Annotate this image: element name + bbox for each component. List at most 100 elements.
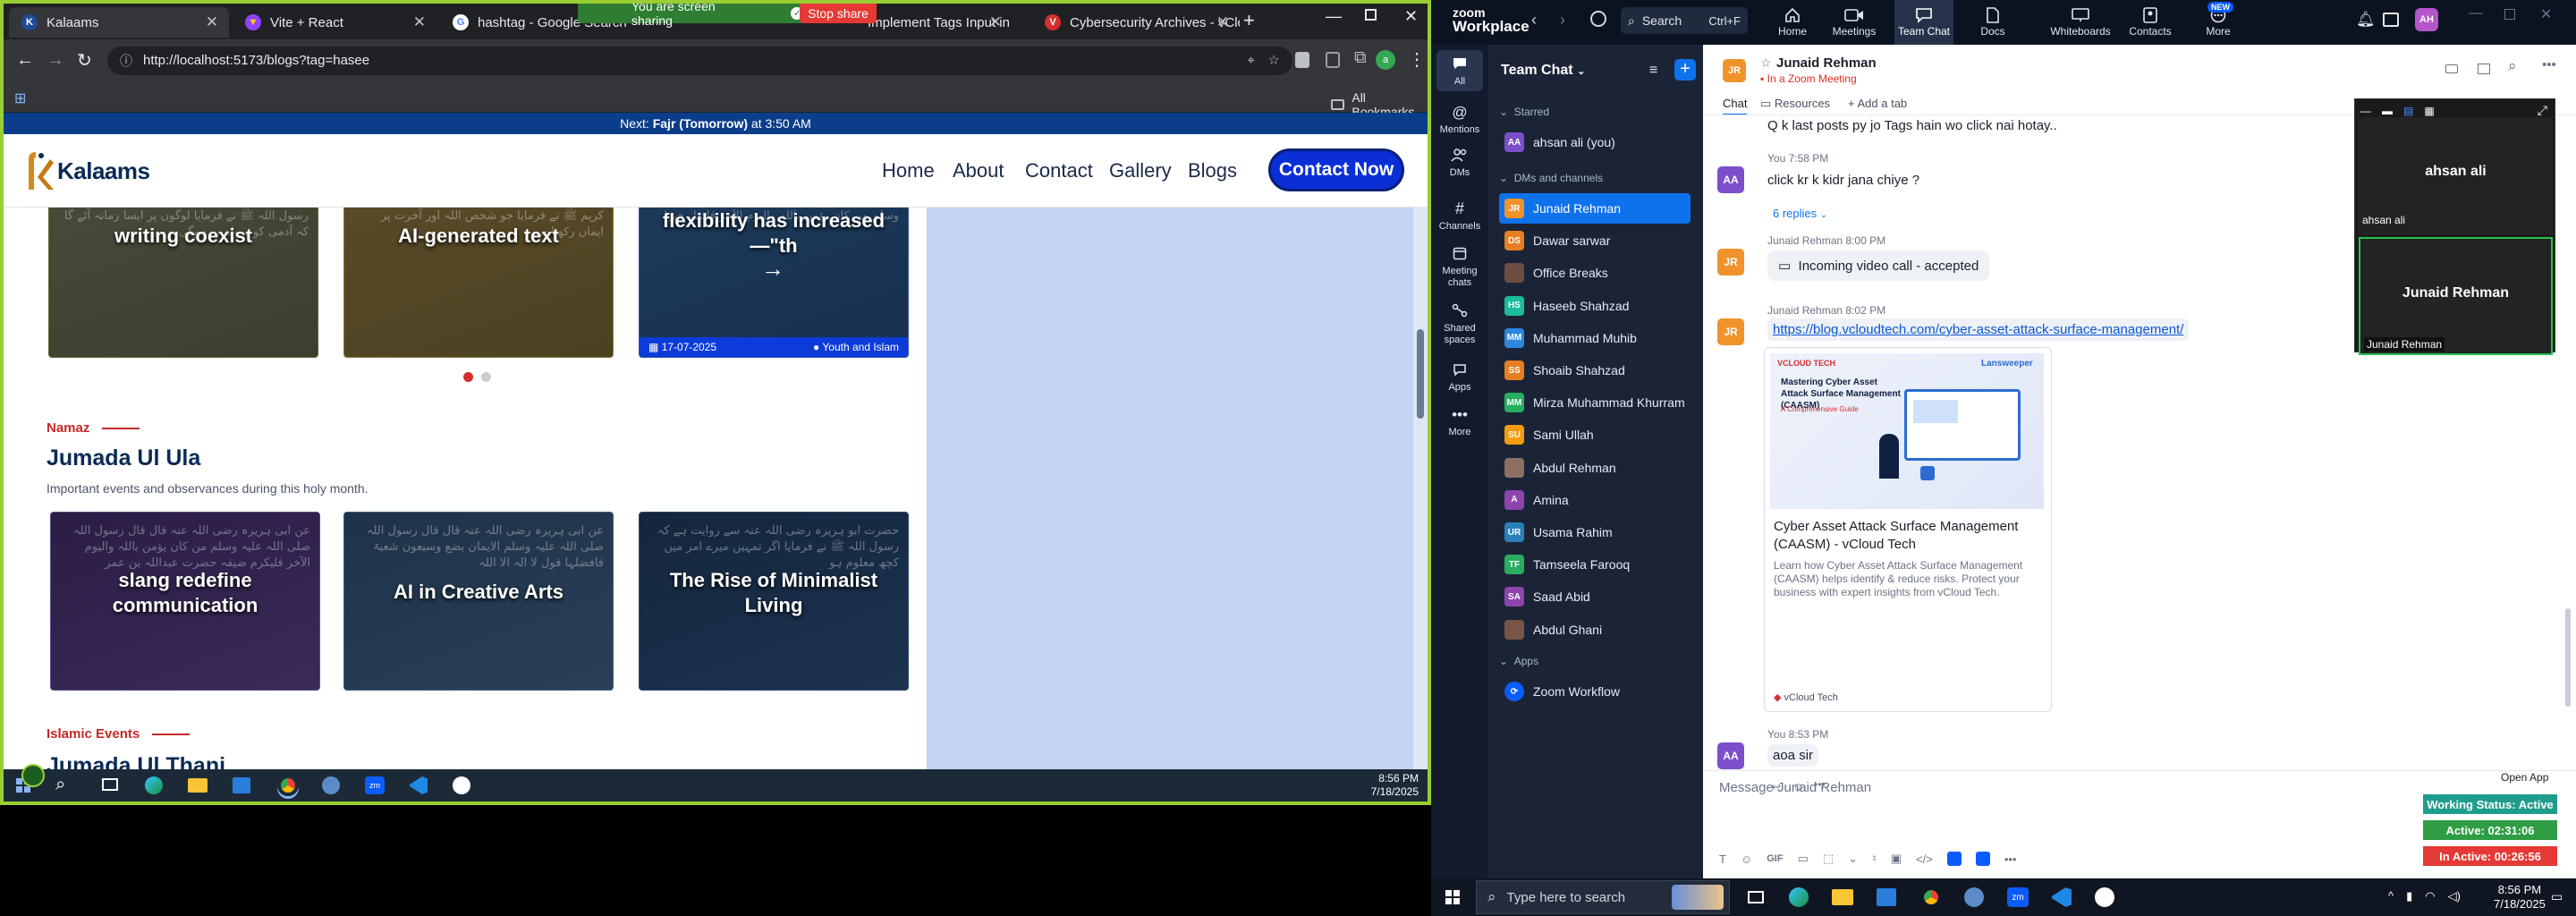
site-info-icon[interactable]: ⓘ [120, 47, 132, 75]
puzzle-extensions-icon[interactable]: ⧉ [1354, 48, 1367, 68]
thread-replies-link[interactable]: 6 replies ⌄ [1773, 207, 1827, 220]
store-icon[interactable] [1877, 888, 1896, 906]
chat-tab-add[interactable]: + Add a tab [1848, 97, 1907, 110]
top-nav-meetings[interactable]: Meetings [1827, 5, 1881, 38]
zoom-app-icon[interactable]: zm [2007, 887, 2029, 907]
zoom-app-icon[interactable] [1946, 852, 1962, 866]
rail-more[interactable]: ••• More [1431, 404, 1488, 438]
nav-about[interactable]: About [953, 159, 1004, 182]
code-icon[interactable]: </> [1916, 852, 1933, 866]
blog-card[interactable]: عن ابی ہریرہ قال قال رسول اللہ صلی اللہ … [639, 208, 909, 358]
list-item[interactable]: Abdul Rehman [1499, 453, 1690, 483]
carousel-next-arrow-icon[interactable]: → [761, 255, 784, 283]
list-item[interactable]: A Amina [1499, 485, 1690, 515]
scrollbar-thumb[interactable] [1417, 329, 1424, 419]
list-item[interactable]: DS Dawar sarwar [1499, 225, 1690, 256]
forward-arrow-icon[interactable]: › [1560, 11, 1565, 30]
gallery-strip-icon[interactable]: ▤ [2403, 105, 2413, 117]
rail-channels[interactable]: # Channels [1431, 199, 1488, 233]
list-item[interactable]: MM Muhammad Muhib [1499, 323, 1690, 353]
popout-icon[interactable] [2478, 64, 2490, 74]
list-item[interactable]: SS Shoaib Shahzad [1499, 355, 1690, 386]
top-nav-contacts[interactable]: Contacts [2123, 5, 2177, 38]
maximize-window-icon[interactable] [2504, 9, 2515, 20]
taskbar-search-box[interactable]: ⌕ Type here to search [1476, 880, 1730, 914]
format-text-icon[interactable]: T [1719, 852, 1726, 866]
composer-more-icon[interactable]: ••• [2004, 852, 2017, 866]
chevron-down-icon[interactable]: ⌄ [1848, 852, 1858, 866]
list-item-zoom-workflow[interactable]: ⟳ Zoom Workflow [1499, 676, 1690, 707]
link-preview-card[interactable]: VCLOUD TECH Lansweeper Mastering Cyber A… [1764, 347, 2052, 712]
close-tab-icon[interactable]: ✕ [1216, 13, 1229, 31]
microphone-icon[interactable]: ♮ [1872, 852, 1877, 866]
gif-icon[interactable]: GIF [1767, 853, 1783, 864]
chrome-icon[interactable] [277, 775, 299, 796]
close-window-icon[interactable]: ✕ [1404, 7, 1418, 26]
file-explorer-icon[interactable] [188, 778, 208, 793]
zoom-meeting-icon[interactable] [1975, 852, 1990, 866]
forward-arrow-icon[interactable]: → [47, 50, 64, 71]
speaker-view-icon[interactable]: ▬ [2382, 105, 2393, 117]
close-tab-icon[interactable]: ✕ [206, 13, 218, 31]
minimize-window-icon[interactable]: — [2469, 5, 2483, 21]
new-tab-icon[interactable]: + [1243, 9, 1255, 32]
notifications-bell-icon[interactable]: 🔔︎ [2356, 11, 2376, 29]
windows-start-icon[interactable] [1445, 890, 1460, 904]
whiteboard-shortcut-icon[interactable] [2383, 13, 2399, 27]
new-chat-button[interactable]: + [1674, 59, 1696, 81]
volume-icon[interactable]: ◁) [2448, 889, 2461, 903]
open-app-link[interactable]: Open App [2501, 771, 2548, 784]
battery-icon[interactable]: ▮ [2406, 889, 2412, 903]
rail-mentions[interactable]: @ Mentions [1431, 102, 1488, 136]
blog-card[interactable]: حضرت انس رضی اللہ عنہ سے روایت ہے کہ نبی… [343, 208, 614, 358]
video-message-icon[interactable]: ▣ [1891, 852, 1902, 866]
extension-icon[interactable] [1326, 52, 1340, 68]
page-scrollbar[interactable] [1413, 208, 1428, 773]
carousel-dot-active[interactable] [463, 372, 473, 382]
tray-chevron-up-icon[interactable]: ^ [2388, 889, 2394, 903]
vscode-icon[interactable] [410, 776, 428, 794]
carousel-dot[interactable] [481, 372, 491, 382]
task-view-icon[interactable] [1748, 891, 1764, 903]
user-avatar[interactable]: AH [2415, 8, 2438, 31]
list-item[interactable]: Office Breaks [1499, 258, 1690, 288]
nav-blogs[interactable]: Blogs [1188, 159, 1237, 182]
browser-tab-vite[interactable]: ▼ Vite + React ✕ [233, 7, 436, 38]
rail-meeting-chats[interactable]: Meeting chats [1431, 243, 1488, 289]
message-input[interactable]: Message Junaid Rehman [1719, 780, 1871, 795]
url-bar[interactable]: ⓘ http://localhost:5173/blogs?tag=hasee … [107, 47, 1292, 75]
restore-window-icon[interactable] [1365, 9, 1377, 21]
list-item[interactable]: SU Sami Ullah [1499, 420, 1690, 450]
top-nav-docs[interactable]: Docs [1966, 5, 2020, 38]
stop-share-button[interactable]: Stop share [800, 4, 877, 23]
edge-icon[interactable] [145, 776, 163, 794]
nav-home[interactable]: Home [882, 159, 935, 182]
minimize-window-icon[interactable]: — [1326, 7, 1342, 26]
store-icon[interactable] [233, 777, 250, 793]
site-logo[interactable]: Kalaams [23, 150, 150, 191]
rail-apps[interactable]: Apps [1431, 360, 1488, 394]
contact-now-button[interactable]: Contact Now [1268, 148, 1404, 191]
apps-section-header[interactable]: ⌄ Apps [1499, 655, 1538, 667]
gallery-grid-icon[interactable]: ▦ [2424, 105, 2434, 117]
list-item[interactable]: Abdul Ghani [1499, 615, 1690, 645]
expand-icon[interactable]: ⤢ [2538, 103, 2547, 118]
filter-icon[interactable]: ≡ [1649, 63, 1657, 79]
video-tile-remote[interactable]: Junaid Rehman Junaid Rehman [2359, 237, 2553, 355]
notifications-icon[interactable]: ▭ [2551, 889, 2563, 904]
list-item[interactable]: HS Haseeb Shahzad [1499, 291, 1690, 321]
chat-scrollbar[interactable] [2565, 608, 2571, 707]
back-arrow-icon[interactable]: ← [16, 50, 34, 71]
vpn-app-icon[interactable] [322, 776, 340, 794]
chat-list-header[interactable]: Team Chat ⌄ [1501, 63, 1585, 79]
chat-search-icon[interactable]: ⌕ [2508, 57, 2517, 75]
rail-dms[interactable]: DMs [1431, 145, 1488, 179]
message-link[interactable]: https://blog.vcloudtech.com/cyber-asset-… [1767, 318, 2190, 341]
chat-tab-resources[interactable]: ▭ Resources [1760, 97, 1830, 111]
chat-header-name[interactable]: Junaid Rehman [1776, 55, 1877, 71]
history-icon[interactable] [1590, 11, 1606, 27]
vpn-app-icon[interactable] [1964, 887, 1984, 907]
starred-section-header[interactable]: ⌄ Starred [1499, 106, 1549, 118]
apps-grid-icon[interactable]: ⊞ [14, 89, 26, 107]
close-tab-icon[interactable]: ✕ [989, 13, 1002, 31]
